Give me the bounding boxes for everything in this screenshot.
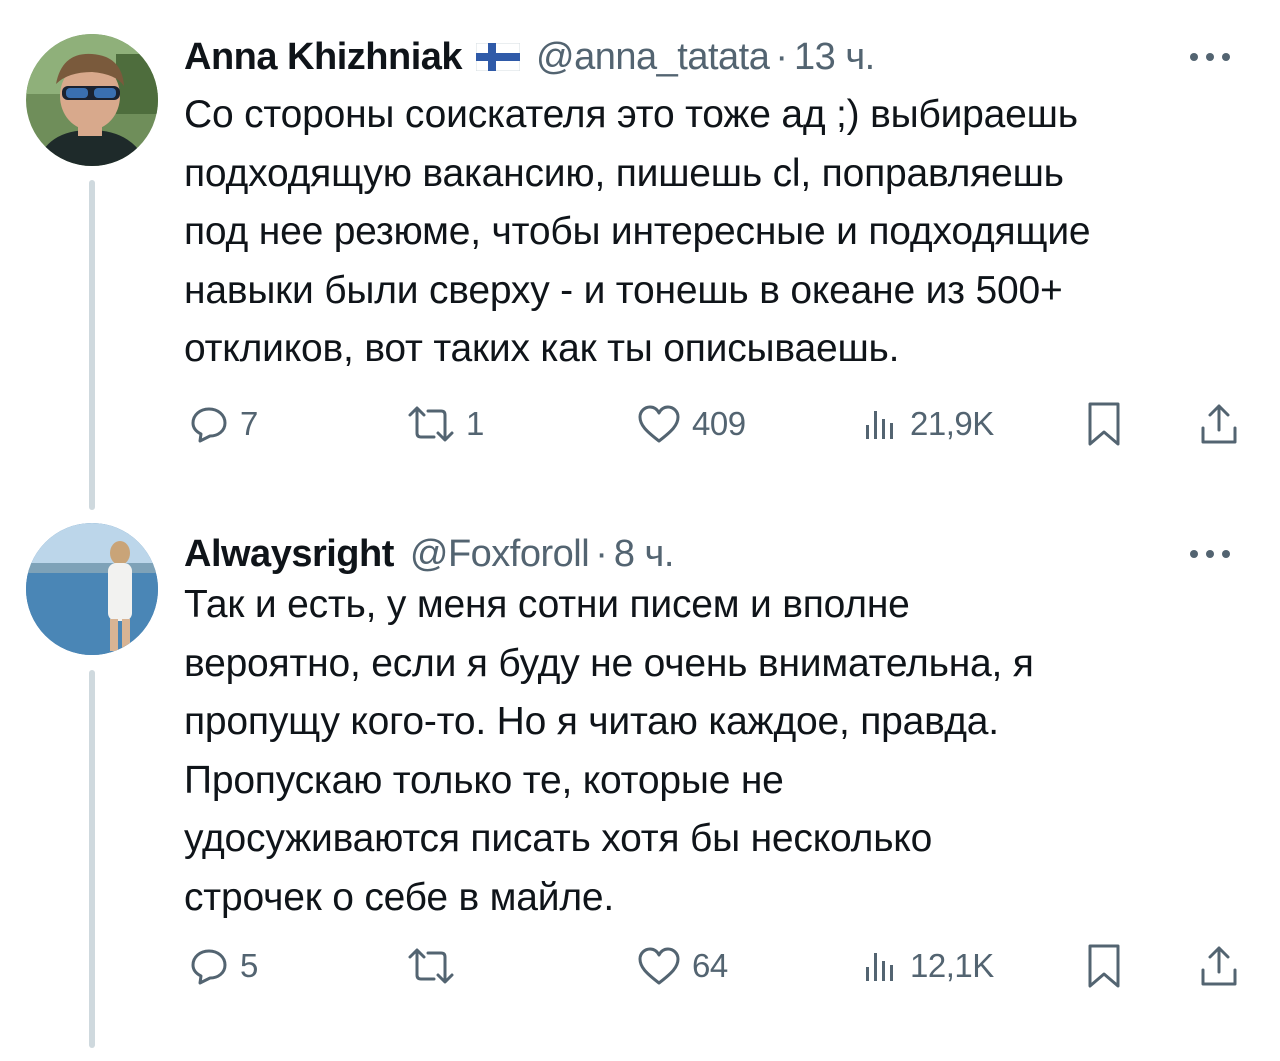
bookmark-icon	[1088, 944, 1120, 988]
reply-button[interactable]: 5	[188, 938, 258, 994]
action-bar: 7 1 409 21,9K	[184, 396, 1254, 452]
thread-line	[89, 670, 95, 1048]
tweet-text-line: откликов, вот таких как ты описываешь.	[184, 327, 900, 370]
reply-icon	[191, 407, 227, 443]
bookmark-button[interactable]	[1084, 396, 1124, 452]
bookmark-icon	[1088, 402, 1120, 446]
views-icon	[866, 411, 893, 439]
handle[interactable]: @anna_tatata	[536, 36, 770, 79]
action-bar: 5 64 12,1K	[184, 938, 1254, 994]
tweet-text-line: Со стороны соискателя это тоже ад ;) выб…	[184, 93, 1078, 136]
tweet-text: Так и есть, у меня сотни писем и вполне …	[184, 576, 1254, 927]
thread-line	[89, 180, 95, 510]
retweet-button[interactable]	[406, 938, 466, 994]
finland-flag-icon	[476, 43, 521, 71]
reply-count: 7	[240, 405, 258, 442]
display-name[interactable]: Anna Khizhniak	[184, 36, 463, 79]
reply-count: 5	[240, 947, 258, 984]
timestamp[interactable]: 13 ч.	[794, 36, 875, 79]
tweet-header: Alwaysright @Foxforoll · 8 ч.	[184, 530, 1252, 578]
tweet-text-line: Пропускаю только те, которые не	[184, 758, 784, 802]
reply-icon	[191, 949, 227, 985]
tweet-text-line: вероятно, если я буду не очень вниматель…	[184, 641, 1034, 685]
retweet-icon	[408, 948, 454, 984]
more-icon[interactable]	[1190, 548, 1230, 560]
tweet-text-line: строчек о себе в майле.	[184, 875, 615, 919]
tweet-text: Со стороны соискателя это тоже ад ;) выб…	[184, 86, 1254, 379]
views-count: 12,1K	[910, 947, 994, 984]
share-button[interactable]	[1198, 396, 1240, 452]
display-name[interactable]: Alwaysright	[184, 533, 394, 576]
reply-button[interactable]: 7	[188, 396, 258, 452]
avatar[interactable]	[26, 523, 158, 655]
like-icon	[638, 947, 680, 985]
separator: ·	[775, 35, 789, 78]
retweet-button[interactable]: 1	[406, 396, 484, 452]
share-icon	[1201, 404, 1237, 444]
tweet[interactable]: Anna Khizhniak @anna_tatata · 13 ч. Со с…	[0, 0, 1280, 510]
like-button[interactable]: 64	[636, 938, 728, 994]
tweet[interactable]: Alwaysright @Foxforoll · 8 ч. Так и есть…	[0, 510, 1280, 1061]
like-icon	[638, 405, 680, 443]
tweet-text-line: пропущу кого-то. Но я читаю каждое, прав…	[184, 700, 999, 743]
views-count: 21,9K	[910, 405, 994, 442]
tweet-text-line: навыки были сверху - и тонешь в океане и…	[184, 268, 1063, 312]
views-button[interactable]: 12,1K	[860, 938, 994, 994]
timestamp[interactable]: 8 ч.	[614, 533, 675, 576]
share-icon	[1201, 946, 1237, 986]
handle[interactable]: @Foxforoll	[410, 533, 590, 576]
bookmark-button[interactable]	[1084, 938, 1124, 994]
views-icon	[866, 953, 893, 981]
retweet-icon	[408, 406, 454, 442]
tweet-text-line: Так и есть, у меня сотни писем и вполне	[184, 583, 910, 626]
more-icon[interactable]	[1190, 51, 1230, 63]
like-count: 409	[692, 405, 746, 442]
separator: ·	[595, 532, 608, 575]
like-button[interactable]: 409	[636, 396, 746, 452]
avatar[interactable]	[26, 34, 158, 166]
share-button[interactable]	[1198, 938, 1240, 994]
tweet-text-line: удосуживаются писать хотя бы несколько	[184, 817, 933, 860]
tweet-text-line: под нее резюме, чтобы интересные и подхо…	[184, 210, 1091, 253]
retweet-count: 1	[466, 405, 484, 442]
tweet-text-line: подходящую вакансию, пишешь cl, поправля…	[184, 151, 1064, 195]
views-button[interactable]: 21,9K	[860, 396, 994, 452]
tweet-header: Anna Khizhniak @anna_tatata · 13 ч.	[184, 33, 1252, 81]
like-count: 64	[692, 947, 728, 984]
